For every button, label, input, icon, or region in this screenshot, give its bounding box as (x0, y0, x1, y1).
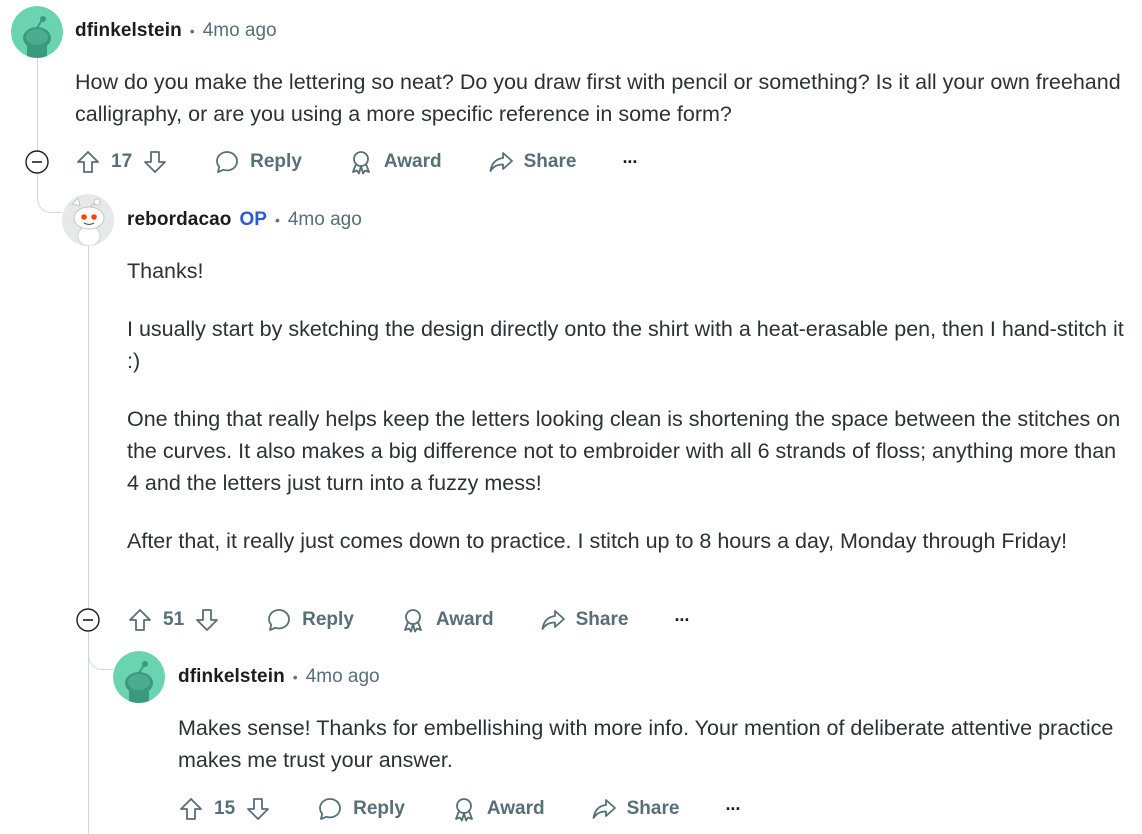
username[interactable]: dfinkelstein (75, 20, 182, 42)
comment-body: Makes sense! Thanks for embellishing wit… (178, 712, 1128, 776)
collapse-minus-icon (25, 150, 49, 174)
award-ribbon-icon (454, 798, 473, 822)
thread-connector-reply-1 (37, 190, 62, 213)
speech-bubble-icon (319, 798, 342, 820)
share-arrow-icon (592, 799, 616, 819)
share-label: Share (626, 798, 680, 819)
snoo-avatar-icon (113, 651, 165, 703)
downvote-button[interactable] (194, 607, 220, 633)
award-button[interactable]: Award (400, 607, 494, 633)
comment-header: rebordacao OP • 4mo ago (127, 208, 362, 232)
comment-paragraph: Makes sense! Thanks for embellishing wit… (178, 716, 1114, 772)
snoo-avatar-icon (11, 6, 63, 58)
thread-line-reply-1 (88, 246, 89, 608)
upvote-button[interactable] (75, 149, 101, 175)
more-options-button[interactable]: ··· (674, 609, 690, 631)
more-options-button[interactable]: ··· (622, 151, 638, 173)
avatar[interactable] (62, 194, 114, 246)
reply-button[interactable]: Reply (266, 607, 354, 633)
avatar[interactable] (113, 651, 165, 703)
downvote-arrow-icon (144, 151, 167, 173)
comment-body: How do you make the lettering so neat? D… (75, 66, 1125, 130)
more-icon: ··· (674, 609, 690, 630)
vote-score: 51 (163, 609, 185, 630)
thread-line-root (37, 58, 38, 150)
vote-controls: 51 (127, 607, 220, 633)
comment-paragraph: How do you make the lettering so neat? D… (75, 70, 1121, 126)
upvote-button[interactable] (178, 796, 204, 822)
separator-dot: • (189, 23, 195, 39)
upvote-arrow-icon (129, 609, 151, 631)
timestamp[interactable]: 4mo ago (306, 666, 380, 688)
speech-bubble-icon (216, 151, 239, 173)
upvote-arrow-icon (180, 798, 202, 820)
comment-actions: 17 Reply Award Share ··· (75, 142, 638, 182)
reply-button[interactable]: Reply (214, 149, 302, 175)
more-icon: ··· (725, 798, 741, 819)
award-button[interactable]: Award (451, 796, 545, 822)
downvote-button[interactable] (142, 149, 168, 175)
share-button[interactable]: Share (591, 796, 680, 822)
share-button[interactable]: Share (488, 149, 577, 175)
vote-score: 15 (214, 798, 236, 819)
timestamp[interactable]: 4mo ago (203, 20, 277, 42)
award-label: Award (435, 609, 494, 630)
collapse-minus-icon (76, 608, 100, 632)
comment-paragraph: One thing that really helps keep the let… (127, 407, 1121, 495)
share-arrow-icon (541, 610, 565, 630)
reply-button[interactable]: Reply (317, 796, 405, 822)
comment-actions: 51 Reply Award Share ··· (127, 600, 690, 640)
snoo-avatar-icon (62, 194, 114, 246)
more-icon: ··· (622, 151, 638, 172)
comment-header: dfinkelstein • 4mo ago (75, 19, 277, 43)
comment-paragraph: After that, it really just comes down to… (127, 529, 1068, 553)
share-arrow-icon (489, 152, 513, 172)
username[interactable]: rebordacao (127, 209, 231, 231)
op-badge: OP (239, 209, 267, 230)
award-button[interactable]: Award (348, 149, 442, 175)
upvote-arrow-icon (77, 151, 99, 173)
award-ribbon-icon (351, 151, 370, 175)
award-label: Award (486, 798, 545, 819)
award-ribbon-icon (403, 609, 422, 633)
thread-connector-reply-2 (88, 633, 113, 670)
separator-dot: • (274, 212, 280, 228)
username[interactable]: dfinkelstein (178, 666, 285, 688)
reply-label: Reply (250, 151, 302, 172)
comment-paragraph: I usually start by sketching the design … (127, 317, 1124, 373)
vote-controls: 15 (178, 796, 271, 822)
speech-bubble-icon (268, 609, 291, 631)
upvote-button[interactable] (127, 607, 153, 633)
downvote-arrow-icon (247, 798, 270, 820)
comment-paragraph: Thanks! (127, 259, 204, 283)
collapse-thread-button[interactable] (76, 608, 100, 632)
vote-controls: 17 (75, 149, 168, 175)
downvote-button[interactable] (245, 796, 271, 822)
downvote-arrow-icon (196, 609, 219, 631)
share-label: Share (575, 609, 629, 630)
comment-header: dfinkelstein • 4mo ago (178, 665, 380, 689)
more-options-button[interactable]: ··· (725, 798, 741, 820)
share-button[interactable]: Share (540, 607, 629, 633)
share-label: Share (523, 151, 577, 172)
timestamp[interactable]: 4mo ago (288, 209, 362, 231)
reply-label: Reply (302, 609, 354, 630)
comment-body: Thanks! I usually start by sketching the… (127, 255, 1127, 557)
award-label: Award (383, 151, 442, 172)
collapse-thread-button[interactable] (25, 150, 49, 174)
separator-dot: • (292, 669, 298, 685)
vote-score: 17 (111, 151, 133, 172)
avatar[interactable] (11, 6, 63, 58)
reply-label: Reply (353, 798, 405, 819)
comment-actions: 15 Reply Award Share ··· (178, 789, 741, 829)
